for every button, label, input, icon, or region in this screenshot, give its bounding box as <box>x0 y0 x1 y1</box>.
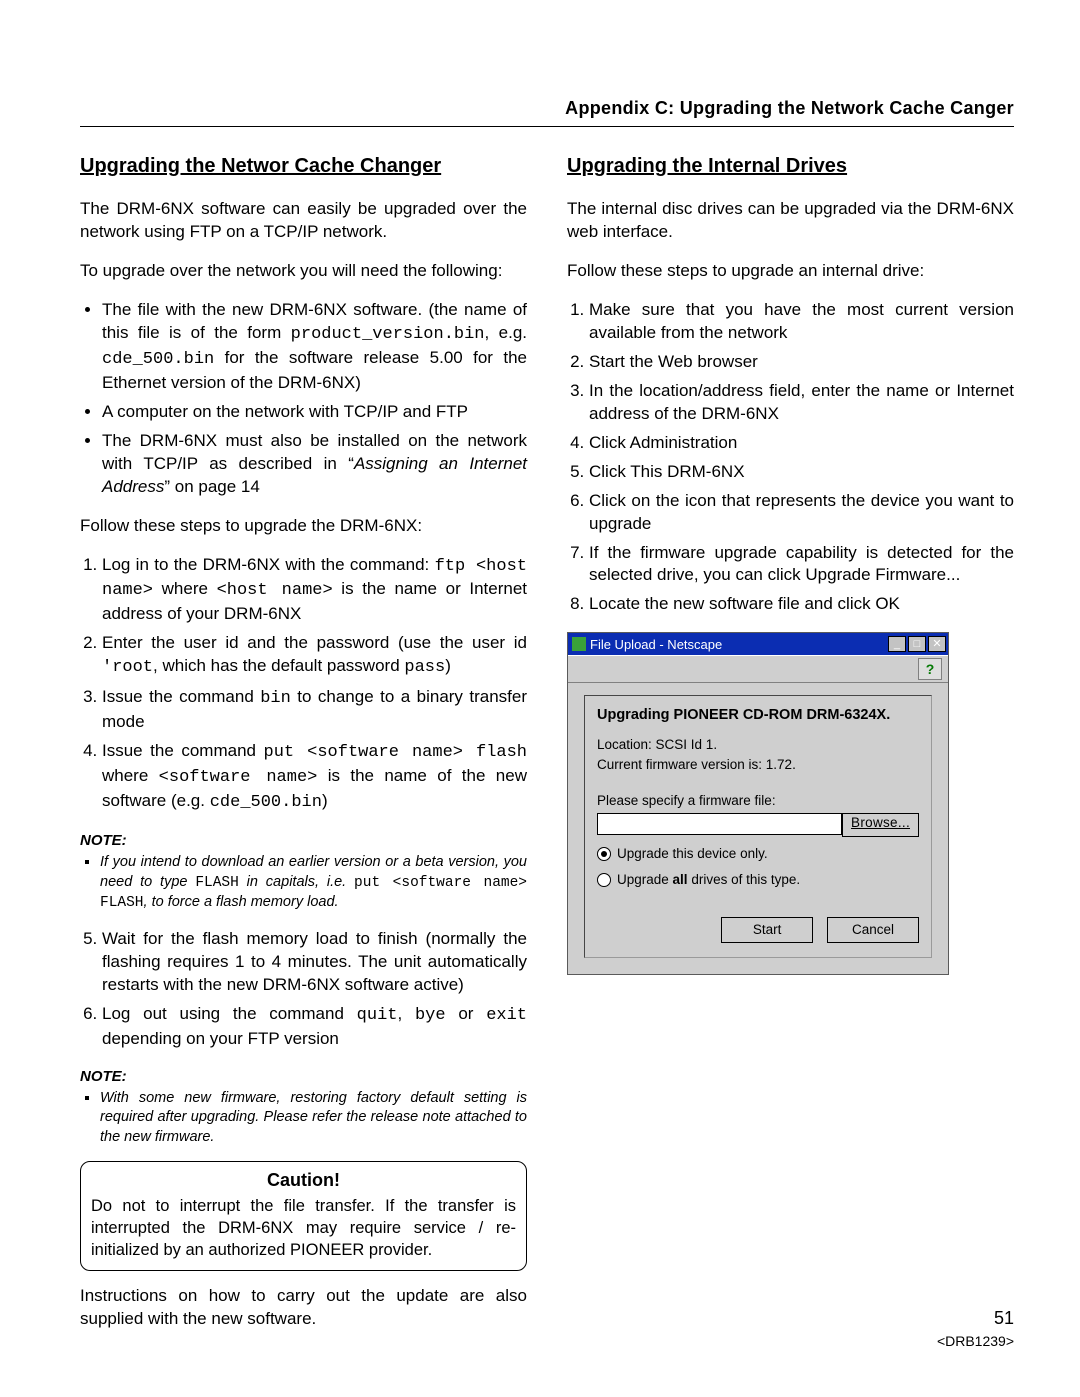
file-label: Please specify a firmware file: <box>597 792 919 810</box>
list-item: A computer on the network with TCP/IP an… <box>102 401 527 424</box>
page: Appendix C: Upgrading the Network Cache … <box>0 0 1080 1397</box>
toolbar: ? <box>568 655 948 683</box>
steps-list-b: Wait for the flash memory load to finish… <box>80 928 527 1051</box>
maximize-button[interactable]: □ <box>908 636 926 652</box>
browse-button[interactable]: Browse... <box>842 813 919 837</box>
list-item: The DRM-6NX must also be installed on th… <box>102 430 527 499</box>
list-item: Issue the command put <software name> fl… <box>102 740 527 815</box>
list-item: In the location/address field, enter the… <box>589 380 1014 426</box>
list-item: Click This DRM-6NX <box>589 461 1014 484</box>
list-item: If the firmware upgrade capability is de… <box>589 542 1014 588</box>
radio-icon <box>597 873 611 887</box>
window-title: File Upload - Netscape <box>590 636 886 654</box>
running-header: Appendix C: Upgrading the Network Cache … <box>80 96 1014 127</box>
dialog-body: Upgrading PIONEER CD-ROM DRM-6324X. Loca… <box>568 683 948 974</box>
columns: Upgrading the Networ Cache Changer The D… <box>80 153 1014 1346</box>
cancel-button[interactable]: Cancel <box>827 917 919 943</box>
section-title-left: Upgrading the Networ Cache Changer <box>80 153 527 180</box>
radio-label: Upgrade all drives of this type. <box>617 871 800 889</box>
list-item: Log out using the command quit, bye or e… <box>102 1003 527 1051</box>
version-label: Current firmware version is: 1.72. <box>597 756 919 774</box>
caution-box: Caution! Do not to interrupt the file tr… <box>80 1161 527 1270</box>
para: Follow these steps to upgrade the DRM-6N… <box>80 515 527 538</box>
radio-label: Upgrade this device only. <box>617 845 768 863</box>
list-item: Wait for the flash memory load to finish… <box>102 928 527 997</box>
para: The DRM-6NX software can easily be upgra… <box>80 198 527 244</box>
list-item: If you intend to download an earlier ver… <box>100 853 527 914</box>
para: Follow these steps to upgrade an interna… <box>567 260 1014 283</box>
section-title-right: Upgrading the Internal Drives <box>567 153 1014 180</box>
list-item: Click on the icon that represents the de… <box>589 490 1014 536</box>
para: Instructions on how to carry out the upd… <box>80 1285 527 1331</box>
para: The internal disc drives can be upgraded… <box>567 198 1014 244</box>
list-item: The file with the new DRM-6NX software. … <box>102 299 527 395</box>
page-footer: 51 <DRB1239> <box>937 1306 1014 1351</box>
steps-list-a: Log in to the DRM-6NX with the command: … <box>80 554 527 815</box>
left-column: Upgrading the Networ Cache Changer The D… <box>80 153 527 1346</box>
list-item: Start the Web browser <box>589 351 1014 374</box>
note-list: If you intend to download an earlier ver… <box>80 853 527 914</box>
radio-this-device[interactable]: Upgrade this device only. <box>597 845 919 863</box>
radio-icon <box>597 847 611 861</box>
minimize-button[interactable]: _ <box>888 636 906 652</box>
doc-code: <DRB1239> <box>937 1332 1014 1351</box>
list-item: With some new firmware, restoring factor… <box>100 1089 527 1148</box>
note-heading: NOTE: <box>80 831 527 851</box>
list-item: Make sure that you have the most current… <box>589 299 1014 345</box>
radio-all-drives[interactable]: Upgrade all drives of this type. <box>597 871 919 889</box>
list-item: Log in to the DRM-6NX with the command: … <box>102 554 527 627</box>
list-item: Enter the user id and the password (use … <box>102 632 527 680</box>
help-button[interactable]: ? <box>918 658 942 680</box>
para: To upgrade over the network you will nee… <box>80 260 527 283</box>
caution-heading: Caution! <box>91 1168 516 1192</box>
firmware-file-input[interactable] <box>597 813 842 835</box>
start-button[interactable]: Start <box>721 917 813 943</box>
right-column: Upgrading the Internal Drives The intern… <box>567 153 1014 1346</box>
file-row: Browse... <box>597 813 919 837</box>
panel-heading: Upgrading PIONEER CD-ROM DRM-6324X. <box>597 706 919 726</box>
note-heading: NOTE: <box>80 1067 527 1087</box>
dialog-panel: Upgrading PIONEER CD-ROM DRM-6324X. Loca… <box>584 695 932 958</box>
caution-body: Do not to interrupt the file transfer. I… <box>91 1195 516 1262</box>
dialog-window: File Upload - Netscape _ □ ✕ ? Upgrading… <box>567 632 949 975</box>
titlebar[interactable]: File Upload - Netscape _ □ ✕ <box>568 633 948 655</box>
page-number: 51 <box>937 1306 1014 1330</box>
button-row: Start Cancel <box>597 917 919 943</box>
prereq-list: The file with the new DRM-6NX software. … <box>80 299 527 499</box>
note-list: With some new firmware, restoring factor… <box>80 1089 527 1148</box>
list-item: Issue the command bin to change to a bin… <box>102 686 527 734</box>
steps-list-right: Make sure that you have the most current… <box>567 299 1014 616</box>
app-icon <box>572 637 586 651</box>
close-button[interactable]: ✕ <box>928 636 946 652</box>
location-label: Location: SCSI Id 1. <box>597 736 919 754</box>
list-item: Click Administration <box>589 432 1014 455</box>
list-item: Locate the new software file and click O… <box>589 593 1014 616</box>
